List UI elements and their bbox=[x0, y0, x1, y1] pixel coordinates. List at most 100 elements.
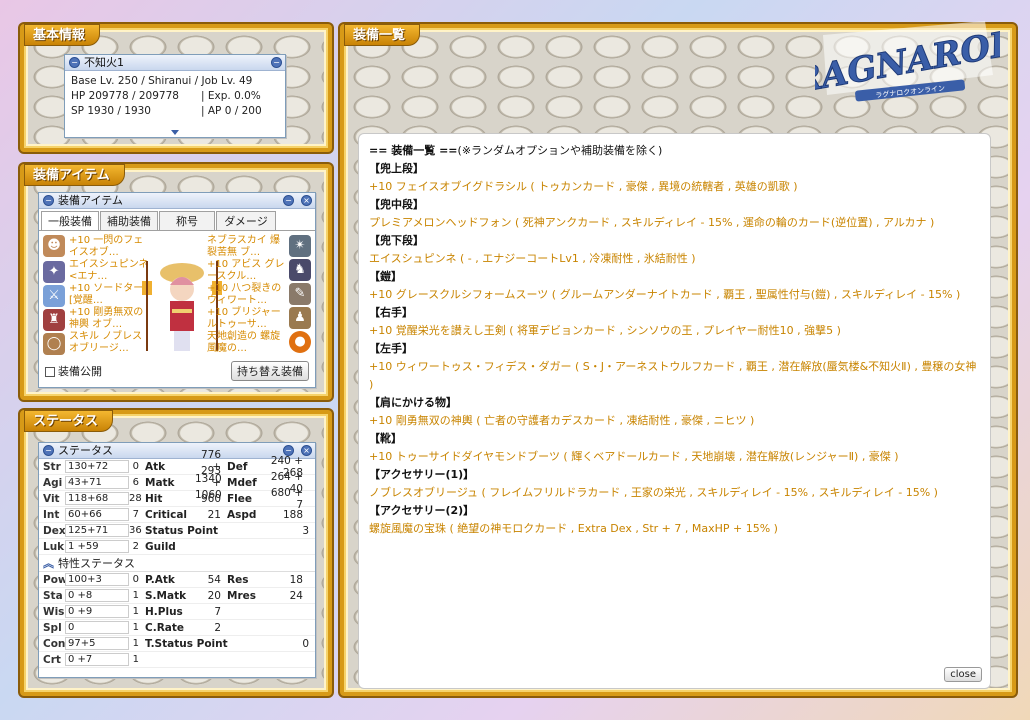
equip-slot-label: 【アクセサリー(2)】 bbox=[369, 504, 475, 517]
close-icon[interactable]: × bbox=[301, 195, 312, 206]
stat-points: 7 bbox=[132, 509, 139, 520]
minimize-icon[interactable]: − bbox=[271, 57, 282, 68]
stat-row: Luk 1 +59 2 Guild bbox=[39, 539, 315, 555]
equip-slot-item: +10 ウィワートゥス・フィデス・ダガー ( S・J・アーネストウルフカード ,… bbox=[369, 360, 977, 391]
equip-slot-label: 【鎧】 bbox=[369, 270, 402, 283]
trait-derived-value: 18 bbox=[289, 573, 303, 586]
stat-points: 36 bbox=[129, 525, 142, 536]
derived-stat-value: 960 bbox=[200, 492, 221, 505]
minimize-icon[interactable]: − bbox=[283, 195, 294, 206]
trait-value: 100+3 bbox=[65, 573, 129, 586]
basic-info-window[interactable]: − 不知火1 − Base Lv. 250 / Shiranui / Job L… bbox=[64, 54, 286, 138]
basic-info-label: 基本情報 bbox=[24, 24, 101, 46]
equip-slot-left-4[interactable]: +10 剛勇無双の神輿 オブ… bbox=[69, 307, 151, 331]
equip-slot-right-5[interactable]: 天地創造の 螺旋風魔の… bbox=[207, 331, 289, 355]
equip-slot-left-3[interactable]: +10 ソードター[覚醒… bbox=[69, 283, 151, 307]
trait-derived-name: Res bbox=[227, 573, 249, 586]
equip-slot-right-2[interactable]: +10 アビス グレースクル… bbox=[207, 259, 289, 283]
stat-name: Int bbox=[43, 508, 60, 521]
equip-window-title: 装備アイテム bbox=[58, 193, 123, 207]
trait-value: 0 +9 bbox=[65, 605, 129, 618]
tab-title[interactable]: 称号 bbox=[159, 211, 215, 230]
equip-slot-item: +10 グレースクルシフォームスーツ ( グルームアンダーナイトカード , 覇王… bbox=[369, 288, 961, 301]
trait-row: Crt 0 +7 1 bbox=[39, 652, 315, 668]
swap-equip-button[interactable]: 持ち替え装備 bbox=[231, 361, 309, 381]
collapse-icon[interactable]: − bbox=[43, 445, 54, 456]
accessory-icon[interactable]: ◯ bbox=[43, 333, 65, 355]
status-window[interactable]: − ステータス − × Str 130+72 0 Atk 776 + 1340 Def 24… bbox=[38, 442, 316, 678]
equip-slot-left-1[interactable]: +10 一閃のフェイスオブ… bbox=[69, 235, 151, 259]
equip-slot-right-4[interactable]: +10 ブリジャールトゥーサ… bbox=[207, 307, 289, 331]
equip-footer: 装備公開 持ち替え装備 bbox=[39, 358, 315, 384]
double-chevron-up-icon[interactable]: ︽ bbox=[43, 555, 54, 572]
equip-slot-right-1[interactable]: ネブラスカイ 爆裂苦無 ブ… bbox=[207, 235, 289, 259]
garment-icon[interactable]: ♜ bbox=[43, 309, 65, 331]
trait-points: 1 bbox=[132, 638, 139, 649]
equip-slot-left-2[interactable]: エイスシュピンネ<エナ… bbox=[69, 259, 151, 283]
tab-auxiliary[interactable]: 補助装備 bbox=[100, 211, 158, 230]
armor-icon[interactable]: ♞ bbox=[289, 259, 311, 281]
expand-arrow-icon[interactable] bbox=[171, 130, 179, 135]
hp-text: HP 209778 / 209778 bbox=[71, 90, 179, 102]
equip-slot-label: 【左手】 bbox=[369, 342, 413, 355]
collapse-icon[interactable]: − bbox=[43, 195, 54, 206]
orb-icon[interactable]: ● bbox=[289, 331, 311, 353]
equip-list-header: == 装備一覧 ==(※ランダムオプションや補助装備を除く) bbox=[369, 142, 980, 160]
dagger-icon[interactable]: ✎ bbox=[289, 283, 311, 305]
stat-name: Luk bbox=[43, 540, 65, 553]
trait-derived-name: Mres bbox=[227, 589, 256, 602]
tab-damage[interactable]: ダメージ bbox=[216, 211, 276, 230]
trait-status-header[interactable]: ︽ 特性ステータス bbox=[39, 555, 315, 572]
exp-text: | Exp. 0.0% bbox=[201, 90, 261, 102]
boots-icon[interactable]: ♟ bbox=[289, 307, 311, 329]
collapse-icon[interactable]: − bbox=[69, 57, 80, 68]
trait-derived-name: T.Status Point bbox=[145, 637, 228, 650]
stat-name: Str bbox=[43, 460, 61, 473]
trait-derived-value: 0 bbox=[302, 637, 309, 650]
trait-status-label: 特性ステータス bbox=[58, 556, 135, 570]
shuriken-icon[interactable]: ✴ bbox=[289, 235, 311, 257]
equip-slot-label: 【兜下段】 bbox=[369, 234, 424, 247]
headgear-icon[interactable]: ☻ bbox=[43, 235, 65, 257]
trait-name: Pow bbox=[43, 573, 68, 586]
close-button[interactable]: close bbox=[944, 667, 982, 682]
public-checkbox-row[interactable]: 装備公開 bbox=[45, 363, 102, 379]
ap-text: | AP 0 / 200 bbox=[201, 105, 262, 117]
basic-info-frame: 基本情報 − 不知火1 − Base Lv. 250 / Shiranui / … bbox=[20, 24, 332, 152]
stat-points: 6 bbox=[132, 477, 139, 488]
equip-slot-item: +10 フェイスオブイグドラシル ( トゥカンカード , 豪傑 , 異境の統轄者… bbox=[369, 180, 798, 193]
public-checkbox[interactable] bbox=[45, 367, 55, 377]
equip-slot-label: 【右手】 bbox=[369, 306, 413, 319]
trait-stats-table: Pow 100+3 0 P.Atk 54 Res 18 Sta 0 +8 1 S.Matk 20 Mre… bbox=[39, 572, 315, 668]
equip-slot-left-5[interactable]: スキル ノブレスオブリージ… bbox=[69, 331, 151, 355]
derived-stat-name: Guild bbox=[145, 540, 176, 553]
equip-items-titlebar[interactable]: − 装備アイテム − × bbox=[39, 193, 315, 209]
trait-points: 1 bbox=[132, 622, 139, 633]
derived-stat-name: Status Point bbox=[145, 524, 219, 537]
derived-stat-value: 21 bbox=[207, 508, 221, 521]
trait-name: Sta bbox=[43, 589, 63, 602]
basic-info-titlebar[interactable]: − 不知火1 − bbox=[65, 55, 285, 71]
stat-name: Dex bbox=[43, 524, 66, 537]
trait-derived-name: C.Rate bbox=[145, 621, 185, 634]
derived-stat-name: Hit bbox=[145, 492, 163, 505]
equip-items-window[interactable]: − 装備アイテム − × 一般装備 補助装備 称号 ダメージ ☻ +10 一閃の… bbox=[38, 192, 316, 388]
trait-row: Con 97+5 1 T.Status Point 0 bbox=[39, 636, 315, 652]
trait-points: 1 bbox=[132, 590, 139, 601]
trait-row: Spl 0 1 C.Rate 2 bbox=[39, 620, 315, 636]
lower-headgear-icon[interactable]: ✦ bbox=[43, 261, 65, 283]
trait-derived-name: P.Atk bbox=[145, 573, 175, 586]
weapon-icon[interactable]: ⚔ bbox=[43, 285, 65, 307]
trait-name: Spl bbox=[43, 621, 62, 634]
tab-general[interactable]: 一般装備 bbox=[41, 211, 99, 230]
trait-row: Wis 0 +9 1 H.Plus 7 bbox=[39, 604, 315, 620]
trait-points: 1 bbox=[132, 606, 139, 617]
stat-row: Vit 118+68 28 Hit 960 Flee 680 + 7 bbox=[39, 487, 315, 511]
derived-stat-name: Critical bbox=[145, 508, 188, 521]
equip-slot-label: 【アクセサリー(1)】 bbox=[369, 468, 475, 481]
stat-points: 28 bbox=[129, 493, 142, 504]
equip-slot-label: 【兜中段】 bbox=[369, 198, 424, 211]
equip-slot-right-3[interactable]: +10 八つ裂きのウィワート… bbox=[207, 283, 289, 307]
status-frame: ステータス − ステータス − × Str 130+72 0 Atk 776 + 134… bbox=[20, 410, 332, 696]
derived-stat-name: Matk bbox=[145, 476, 175, 489]
